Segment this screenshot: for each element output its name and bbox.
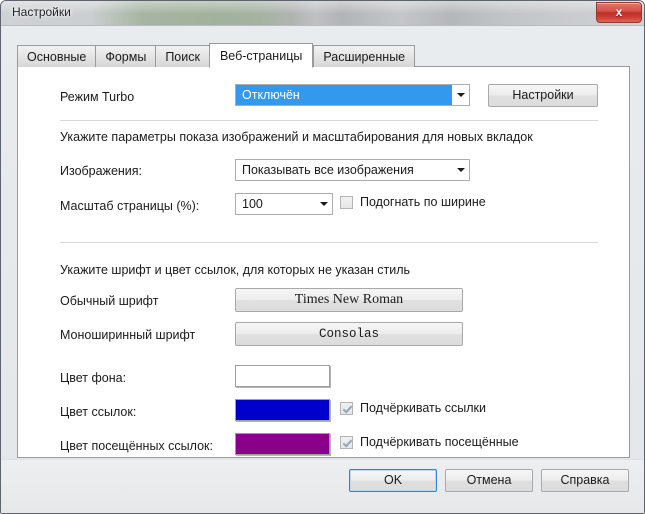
dialog-footer: OK Отмена Справка [1, 459, 644, 513]
turbo-mode-value: Отключён [236, 85, 452, 105]
mono-font-button[interactable]: Consolas [235, 322, 463, 346]
tab-osnovnye[interactable]: Основные [17, 45, 96, 67]
title-bar[interactable]: Настройки x [1, 1, 644, 26]
close-icon[interactable]: x [596, 2, 642, 23]
link-color-swatch[interactable] [235, 399, 330, 421]
visited-link-color-swatch[interactable] [235, 433, 330, 455]
background-color-swatch[interactable] [235, 365, 330, 387]
normal-font-label: Обычный шрифт [60, 294, 159, 308]
fit-to-width-checkbox[interactable]: Подогнать по ширине [340, 195, 486, 209]
background-color-label: Цвет фона: [60, 371, 127, 385]
images-section-heading: Укажите параметры показа изображений и м… [60, 130, 533, 144]
chevron-down-icon[interactable] [315, 194, 332, 214]
underline-links-checkbox[interactable]: Подчёркивать ссылки [340, 401, 486, 415]
turbo-mode-combobox[interactable]: Отключён [235, 84, 470, 106]
turbo-settings-button[interactable]: Настройки [488, 84, 598, 107]
tab-poisk[interactable]: Поиск [155, 45, 209, 67]
tab-strip: Основные Формы Поиск Веб-страницы Расшир… [17, 43, 416, 68]
ok-button[interactable]: OK [349, 469, 437, 492]
turbo-mode-label: Режим Turbo [60, 90, 135, 104]
tab-panel-web-pages: Режим Turbo Отключён Настройки Укажите п… [17, 66, 630, 458]
chevron-down-icon[interactable] [452, 85, 469, 105]
chevron-down-icon[interactable] [452, 160, 469, 180]
fit-to-width-label: Подогнать по ширине [360, 195, 486, 209]
underline-links-label: Подчёркивать ссылки [360, 401, 486, 415]
link-color-label: Цвет ссылок: [60, 405, 137, 419]
images-label: Изображения: [60, 164, 143, 178]
page-zoom-label: Масштаб страницы (%): [60, 199, 200, 213]
help-button[interactable]: Справка [541, 469, 629, 492]
page-zoom-combobox[interactable]: 100 [235, 193, 333, 215]
fonts-section-heading: Укажите шрифт и цвет ссылок, для которых… [60, 263, 410, 277]
page-zoom-value: 100 [242, 197, 263, 211]
tab-formy[interactable]: Формы [95, 45, 156, 67]
mono-font-label: Моноширинный шрифт [60, 328, 196, 342]
checkbox-box [340, 435, 353, 449]
settings-dialog-window: Настройки x Основные Формы Поиск Веб-стр… [0, 0, 645, 514]
checkbox-box [340, 195, 353, 209]
cancel-button[interactable]: Отмена [445, 469, 533, 492]
tab-veb-stranitsy[interactable]: Веб-страницы [208, 43, 314, 68]
normal-font-button[interactable]: Times New Roman [235, 288, 463, 312]
tab-rasshirennye[interactable]: Расширенные [313, 45, 416, 67]
separator-top [60, 120, 598, 121]
underline-visited-label: Подчёркивать посещённые [360, 435, 519, 449]
checkbox-box [340, 401, 353, 415]
separator-middle [60, 242, 598, 243]
images-value: Показывать все изображения [242, 163, 414, 177]
images-combobox[interactable]: Показывать все изображения [235, 159, 470, 181]
underline-visited-checkbox[interactable]: Подчёркивать посещённые [340, 435, 519, 449]
visited-link-color-label: Цвет посещённых ссылок: [60, 439, 213, 453]
window-title: Настройки [12, 5, 71, 19]
